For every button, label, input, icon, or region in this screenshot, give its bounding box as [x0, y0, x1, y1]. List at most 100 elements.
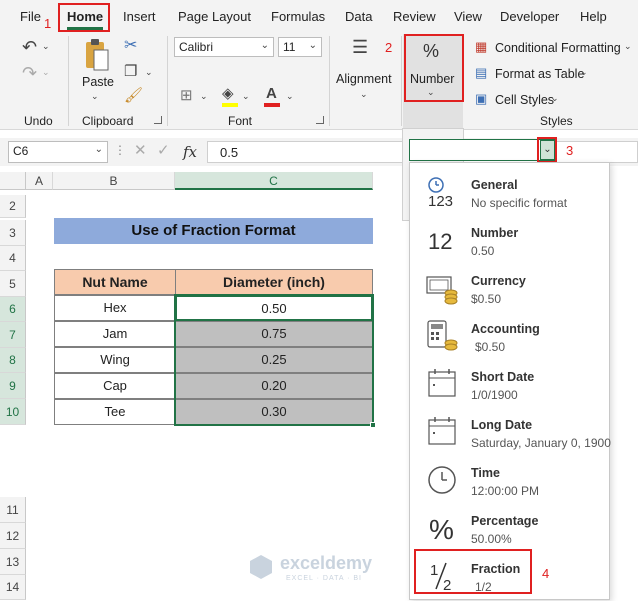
format-as-table-icon[interactable]: ▤ [475, 66, 487, 79]
format-option-short-date[interactable]: Short Date 1/0/1900 [410, 361, 609, 409]
header-nut-name[interactable]: Nut Name [54, 269, 176, 295]
svg-text:123: 123 [428, 193, 453, 209]
chevron-down-icon[interactable]: ⌄ [145, 68, 153, 77]
col-header-b[interactable]: B [53, 172, 175, 190]
menu-formulas[interactable]: Formulas [271, 9, 325, 24]
menu-page-layout[interactable]: Page Layout [178, 9, 251, 24]
select-all-corner[interactable] [0, 172, 26, 190]
row-header-12[interactable]: 12 [0, 523, 26, 549]
chevron-down-icon[interactable]: ⌄ [242, 92, 250, 101]
format-painter-icon[interactable]: 🖌 [124, 88, 143, 103]
table-cell-name[interactable]: Jam [54, 321, 176, 347]
row-header-6[interactable]: 6 [0, 297, 26, 322]
alignment-button[interactable]: Alignment [336, 72, 392, 86]
cell-styles-icon[interactable]: ▣ [475, 92, 487, 105]
row-header-8[interactable]: 8 [0, 348, 26, 373]
format-option-accounting[interactable]: Accounting $0.50 [410, 313, 609, 361]
table-cell-name[interactable]: Hex [54, 295, 176, 321]
table-cell-name[interactable]: Wing [54, 347, 176, 373]
format-option-number[interactable]: 12 Number 0.50 [410, 217, 609, 265]
divider [68, 36, 69, 126]
col-header-a[interactable]: A [26, 172, 53, 190]
table-cell-name[interactable]: Tee [54, 399, 176, 425]
menu-view[interactable]: View [454, 9, 482, 24]
menu-developer[interactable]: Developer [500, 9, 559, 24]
format-option-long-date[interactable]: Long Date Saturday, January 0, 1900 [410, 409, 611, 457]
alignment-icon[interactable]: ☰ [352, 38, 368, 56]
insert-function-icon[interactable]: fx [183, 143, 197, 161]
number-format-dropdown: 123 General No specific format 12 Number… [409, 162, 611, 600]
dialog-launcher-icon[interactable] [316, 116, 324, 124]
format-sample: 1/0/1900 [471, 388, 518, 402]
calendar-icon [428, 369, 456, 397]
format-option-percentage[interactable]: % Percentage 50.00% [410, 505, 609, 553]
format-option-general[interactable]: 123 General No specific format [410, 169, 609, 217]
paste-icon[interactable] [84, 38, 110, 72]
row-header-7[interactable]: 7 [0, 322, 26, 348]
chevron-down-icon[interactable]: ⌄ [42, 68, 50, 77]
format-as-table-button[interactable]: Format as Table [495, 67, 584, 81]
font-size-combo[interactable]: 11 ⌄ [278, 37, 322, 57]
fill-handle[interactable] [370, 422, 376, 428]
format-option-time[interactable]: Time 12:00:00 PM [410, 457, 609, 505]
chevron-down-icon[interactable]: ⌄ [360, 90, 368, 99]
menu-file[interactable]: File [20, 9, 41, 24]
font-group-label: Font [228, 114, 253, 128]
sheet-title-cell[interactable]: Use of Fraction Format [54, 218, 373, 244]
chevron-down-icon[interactable]: ⌄ [624, 42, 632, 51]
dialog-launcher-icon[interactable] [154, 116, 162, 124]
redo-icon[interactable]: ↷ [22, 64, 37, 82]
styles-group-label: Styles [540, 114, 573, 128]
conditional-formatting-icon[interactable]: ▦ [475, 40, 487, 53]
chevron-down-icon[interactable]: ⌄ [200, 92, 208, 101]
row-header-2[interactable]: 2 [0, 195, 26, 218]
clock-icon [428, 466, 456, 494]
copy-icon[interactable]: ❐ [124, 64, 137, 79]
number-12-icon: 12 [428, 229, 452, 254]
row-header-13[interactable]: 13 [0, 549, 26, 575]
conditional-formatting-button[interactable]: Conditional Formatting [495, 41, 621, 55]
row-header-11[interactable]: 11 [0, 497, 26, 523]
menu-review[interactable]: Review [393, 9, 436, 24]
format-name: Currency [471, 274, 526, 288]
chevron-down-icon[interactable]: ⌄ [42, 42, 50, 51]
chevron-down-icon: ⌄ [260, 40, 269, 51]
font-color-swatch [264, 103, 280, 107]
row-header-14[interactable]: 14 [0, 575, 26, 600]
row-header-10[interactable]: 10 [0, 399, 26, 425]
row-header-3[interactable]: 3 [0, 220, 26, 246]
format-name: General [471, 178, 518, 192]
more-options-icon: ⋮ [114, 143, 126, 157]
number-format-combo[interactable] [409, 139, 556, 161]
chevron-down-icon[interactable]: ⌄ [286, 92, 294, 101]
header-diameter[interactable]: Diameter (inch) [175, 269, 373, 295]
row-header-5[interactable]: 5 [0, 271, 26, 297]
table-cell-name[interactable]: Cap [54, 373, 176, 399]
cell-styles-button[interactable]: Cell Styles [495, 93, 554, 107]
name-box[interactable]: C6 ⌄ [8, 141, 108, 163]
chevron-down-icon[interactable]: ⌄ [91, 92, 99, 101]
formula-value: 0.5 [220, 145, 239, 160]
format-option-currency[interactable]: Currency $0.50 [410, 265, 609, 313]
row-header-9[interactable]: 9 [0, 373, 26, 399]
undo-icon[interactable]: ↶ [22, 38, 37, 56]
col-header-c[interactable]: C [175, 172, 373, 190]
undo-group-label: Undo [24, 114, 53, 128]
fill-color-icon[interactable]: ◈ [222, 86, 234, 101]
font-name-combo[interactable]: Calibri ⌄ [174, 37, 274, 57]
chevron-down-icon[interactable]: ⌄ [551, 94, 559, 103]
menu-help[interactable]: Help [580, 9, 607, 24]
menu-insert[interactable]: Insert [123, 9, 156, 24]
chevron-down-icon[interactable]: ⌄ [580, 68, 588, 77]
cancel-icon[interactable]: ✕ [134, 143, 147, 158]
highlight-number [404, 34, 464, 102]
paste-button[interactable]: Paste [82, 75, 114, 89]
cut-icon[interactable]: ✂ [124, 38, 137, 54]
format-sample: 0.50 [471, 244, 495, 258]
menu-data[interactable]: Data [345, 9, 372, 24]
font-color-icon[interactable]: A [266, 86, 277, 101]
divider [401, 36, 402, 126]
enter-icon[interactable]: ✓ [157, 143, 170, 158]
borders-icon[interactable]: ⊞ [180, 88, 193, 103]
row-header-4[interactable]: 4 [0, 246, 26, 271]
